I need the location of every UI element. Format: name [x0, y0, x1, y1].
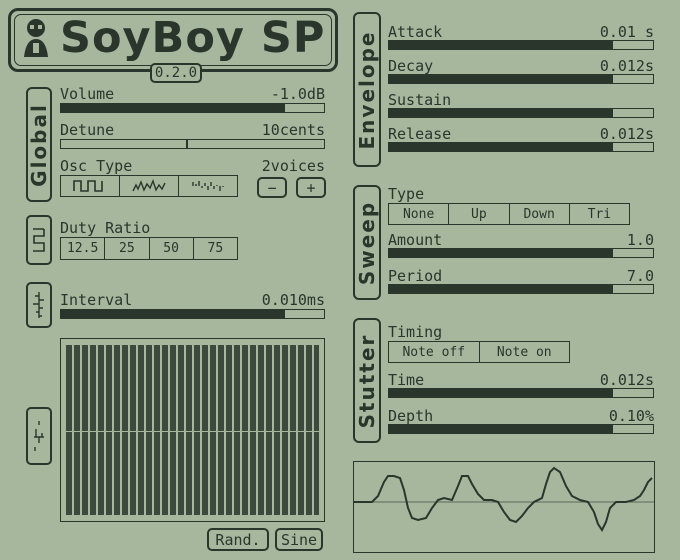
sweep-none-option[interactable]: None: [389, 204, 450, 224]
tab-envelope[interactable]: Envelope: [353, 12, 381, 167]
amount-fill: [389, 249, 614, 257]
duty-ratio-selector[interactable]: 12.5 25 50 75: [60, 237, 238, 260]
tab-sweep[interactable]: Sweep: [353, 185, 381, 300]
voices-minus-button[interactable]: −: [257, 177, 287, 198]
sine-button[interactable]: Sine: [275, 528, 323, 551]
sustain-fill: [389, 109, 614, 117]
tab-square[interactable]: [26, 215, 52, 265]
depth-fill: [389, 425, 614, 433]
interval-label: Interval: [60, 291, 133, 309]
decay-slider[interactable]: [388, 74, 654, 84]
duty-option-12-5[interactable]: 12.5: [61, 238, 106, 259]
depth-slider[interactable]: [388, 424, 654, 434]
release-label: Release: [388, 125, 452, 143]
decay-value: 0.012s: [599, 57, 654, 75]
wavetable-editor[interactable]: [60, 338, 325, 522]
decay-fill: [389, 75, 614, 83]
period-label: Period: [388, 267, 443, 285]
osc-type-selector[interactable]: [60, 175, 238, 197]
osc-triangle-option[interactable]: [120, 176, 179, 196]
waveform-display: [353, 461, 655, 553]
tab-noise[interactable]: [26, 282, 52, 328]
period-slider[interactable]: [388, 284, 654, 294]
osc-noise-option[interactable]: [179, 176, 237, 196]
voices-value: 2voices: [261, 157, 325, 175]
duty-ratio-label: Duty Ratio: [60, 219, 151, 237]
tab-global[interactable]: Global: [26, 87, 52, 202]
detune-center-mark: [186, 140, 188, 148]
triangle-wave-icon: [132, 179, 166, 192]
time-fill: [389, 389, 614, 397]
timing-note-off-option[interactable]: Note off: [389, 342, 480, 362]
time-label: Time: [388, 371, 425, 389]
tab-wavetable[interactable]: [26, 407, 52, 465]
release-slider[interactable]: [388, 142, 654, 152]
interval-value: 0.010ms: [261, 291, 325, 309]
duty-option-50[interactable]: 50: [150, 238, 194, 259]
sweep-type-selector[interactable]: None Up Down Tri: [388, 203, 630, 225]
amount-slider[interactable]: [388, 248, 654, 258]
detune-label: Detune: [60, 121, 115, 139]
decay-label: Decay: [388, 57, 434, 75]
time-value: 0.012s: [599, 371, 654, 389]
release-value: 0.012s: [599, 125, 654, 143]
sustain-slider[interactable]: [388, 108, 654, 118]
amount-value: 1.0: [626, 231, 654, 249]
osc-type-label: Osc Type: [60, 157, 133, 175]
square-wave-icon: [73, 180, 103, 192]
app-title: SoyBoy SP: [60, 13, 326, 63]
detune-value: 10cents: [261, 121, 325, 139]
volume-label: Volume: [60, 85, 115, 103]
release-fill: [389, 143, 614, 151]
attack-value: 0.01 s: [599, 23, 654, 41]
voices-plus-button[interactable]: +: [296, 177, 326, 198]
timing-label: Timing: [388, 323, 443, 341]
timing-selector[interactable]: Note off Note on: [388, 341, 570, 363]
amount-label: Amount: [388, 231, 443, 249]
attack-label: Attack: [388, 23, 443, 41]
sweep-down-option[interactable]: Down: [510, 204, 570, 224]
waveform-trace: [354, 466, 654, 532]
detune-slider[interactable]: [60, 139, 325, 149]
sustain-label: Sustain: [388, 91, 452, 109]
volume-slider[interactable]: [60, 103, 325, 113]
noise-wave-icon: [192, 181, 224, 191]
wavetable-bars: [66, 345, 319, 515]
attack-fill: [389, 41, 614, 49]
sweep-tri-option[interactable]: Tri: [570, 204, 629, 224]
time-slider[interactable]: [388, 388, 654, 398]
wavetable-icon: [34, 421, 44, 451]
random-button[interactable]: Rand.: [207, 528, 269, 551]
volume-fill: [61, 104, 285, 112]
interval-slider[interactable]: [60, 309, 325, 319]
tab-stutter[interactable]: Stutter: [353, 318, 381, 443]
duty-option-75[interactable]: 75: [194, 238, 237, 259]
period-value: 7.0: [626, 267, 654, 285]
wavetable-center-line: [61, 431, 324, 432]
depth-value: 0.10%: [608, 407, 654, 425]
duty-option-25[interactable]: 25: [105, 238, 150, 259]
square-wave-icon: [33, 228, 45, 252]
soyboy-mascot-icon: [24, 19, 48, 57]
sweep-type-label: Type: [388, 185, 425, 203]
period-fill: [389, 285, 614, 293]
volume-value: -1.0dB: [270, 85, 325, 103]
osc-square-option[interactable]: [61, 176, 120, 196]
version-badge: 0.2.0: [150, 63, 202, 83]
depth-label: Depth: [388, 407, 434, 425]
attack-slider[interactable]: [388, 40, 654, 50]
interval-fill: [61, 310, 285, 318]
noise-wave-icon: [33, 292, 44, 318]
sweep-up-option[interactable]: Up: [449, 204, 510, 224]
timing-note-on-option[interactable]: Note on: [480, 342, 570, 362]
